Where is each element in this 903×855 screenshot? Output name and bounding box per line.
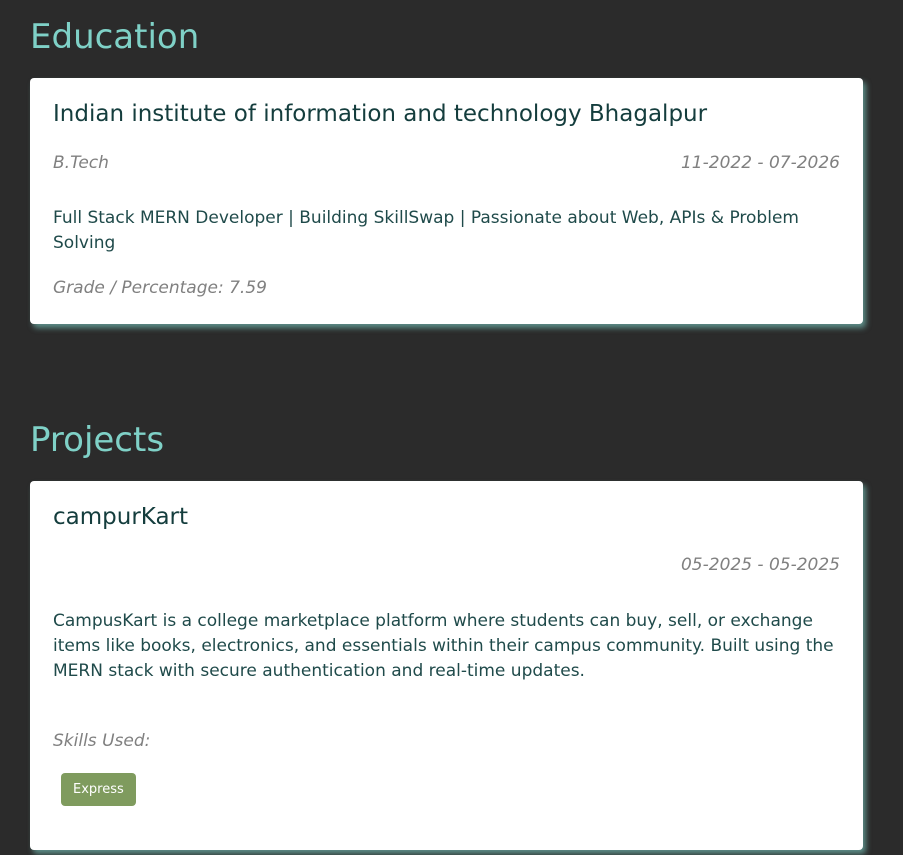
project-card: campurKart 05-2025 - 05-2025 CampusKart … <box>30 481 863 850</box>
projects-section-title: Projects <box>30 420 165 460</box>
degree-label: B.Tech <box>53 153 109 173</box>
skill-chip-express: Express <box>61 773 136 806</box>
institution-name: Indian institute of information and tech… <box>53 101 708 127</box>
education-card: Indian institute of information and tech… <box>30 78 863 324</box>
education-section-title: Education <box>30 17 200 57</box>
resume-page: Education Indian institute of informatio… <box>0 0 903 855</box>
education-description: Full Stack MERN Developer | Building Ski… <box>53 208 799 253</box>
project-name: campurKart <box>53 504 189 530</box>
project-description: CampusKart is a college marketplace plat… <box>53 611 834 681</box>
education-date-range: 11-2022 - 07-2026 <box>680 153 840 173</box>
skills-used-label: Skills Used: <box>53 731 151 751</box>
education-grade: Grade / Percentage: 7.59 <box>53 278 267 298</box>
project-date-range: 05-2025 - 05-2025 <box>680 555 840 575</box>
